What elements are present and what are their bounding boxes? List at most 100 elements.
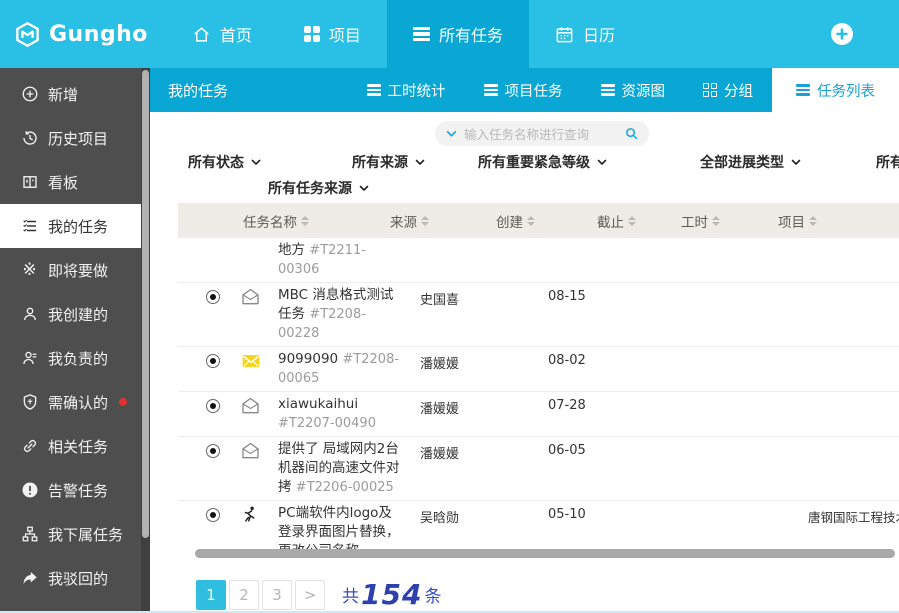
sidebar-item-created-by-me[interactable]: 我创建的 xyxy=(0,292,150,336)
list-icon xyxy=(601,82,615,98)
page-button-1[interactable]: 1 xyxy=(196,580,226,610)
tab-hours-stats[interactable]: 工时统计 xyxy=(348,68,465,112)
filter-priority[interactable]: 所有重要紧急等级 xyxy=(478,152,608,172)
grid-outline-icon xyxy=(703,83,717,97)
column-header-hours[interactable]: 工时 xyxy=(681,211,720,231)
filter-task-source[interactable]: 所有任务来源 xyxy=(268,178,370,198)
sidebar-item-kanban[interactable]: 看板 xyxy=(0,160,150,204)
plus-circle-icon xyxy=(20,85,39,104)
tab-label: 工时统计 xyxy=(388,80,446,101)
radio-button[interactable] xyxy=(206,508,220,522)
column-header-due[interactable]: 截止 xyxy=(597,211,636,231)
tab-project-tasks[interactable]: 项目任务 xyxy=(465,68,582,112)
sidebar-scrollbar[interactable] xyxy=(141,68,150,613)
total-count: 共 154 条 xyxy=(342,578,441,611)
sidebar-label: 相关任务 xyxy=(48,436,108,457)
radio-button[interactable] xyxy=(206,444,220,458)
task-source: 潘媛媛 xyxy=(420,353,459,372)
task-id: #T2206-00025 xyxy=(296,480,394,495)
nav-item-projects[interactable]: 项目 xyxy=(278,0,387,68)
filter-status[interactable]: 所有状态 xyxy=(188,152,262,172)
person-check-icon xyxy=(20,349,39,368)
alert-icon xyxy=(20,481,39,500)
tab-label: 分组 xyxy=(724,80,753,101)
task-list-icon xyxy=(20,217,39,236)
column-header-source[interactable]: 来源 xyxy=(390,211,429,231)
sidebar-label: 我驳回的 xyxy=(48,568,108,589)
column-header-project[interactable]: 项目 xyxy=(778,211,817,231)
filter-progress-type[interactable]: 全部进展类型 xyxy=(700,152,802,172)
sort-icon[interactable] xyxy=(712,216,720,226)
table-row[interactable]: MBC 消息格式测试任务 #T2208-00228 史国喜 08-15 xyxy=(178,283,899,347)
sidebar-item-alert-tasks[interactable]: 告警任务 xyxy=(0,468,150,512)
sort-icon[interactable] xyxy=(628,216,636,226)
sidebar-item-owned-by-me[interactable]: 我负责的 xyxy=(0,336,150,380)
tab-label: 任务列表 xyxy=(817,80,875,101)
nav-item-calendar[interactable]: 日历 xyxy=(529,0,641,68)
sidebar-item-upcoming[interactable]: ※ 即将要做 xyxy=(0,248,150,292)
nav-label: 日历 xyxy=(583,22,615,46)
page-button-3[interactable]: 3 xyxy=(262,580,292,610)
column-header-name[interactable]: 任务名称 xyxy=(243,211,309,231)
sidebar-label: 我创建的 xyxy=(48,304,108,325)
sidebar-item-new[interactable]: 新增 xyxy=(0,72,150,116)
sort-icon[interactable] xyxy=(301,216,309,226)
task-source: 潘媛媛 xyxy=(420,443,459,462)
nav-item-all-tasks[interactable]: 所有任务 xyxy=(387,0,529,68)
filter-label: 所有 xyxy=(876,152,899,172)
filter-clipped[interactable]: 所有 xyxy=(876,152,899,172)
tab-task-list[interactable]: 任务列表 xyxy=(772,68,899,112)
sidebar-item-subordinate-tasks[interactable]: 我下属任务 xyxy=(0,512,150,556)
task-title[interactable]: 9099090 xyxy=(278,351,338,367)
calendar-icon xyxy=(555,25,574,44)
sidebar-label: 我下属任务 xyxy=(48,524,123,545)
radio-button[interactable] xyxy=(206,399,220,413)
task-title[interactable]: xiawukaihui xyxy=(278,396,358,412)
filter-label: 所有来源 xyxy=(352,152,408,172)
view-tabs: 工时统计 项目任务 资源图 分组 任务列表 xyxy=(348,68,899,112)
sidebar: 新增 历史项目 看板 我的任务 ※ 即将要做 我创建的 我负责的 需确认的 xyxy=(0,68,150,613)
tab-grouping[interactable]: 分组 xyxy=(684,68,772,112)
next-page-button[interactable]: > xyxy=(295,580,325,610)
sidebar-scrollbar-thumb[interactable] xyxy=(142,70,149,538)
tab-resource-map[interactable]: 资源图 xyxy=(582,68,685,112)
task-table: 任务名称 来源 创建 截止 工时 项目 地方 #T2211-00306 MBC … xyxy=(178,203,899,558)
sidebar-label: 新增 xyxy=(48,84,78,105)
add-button[interactable] xyxy=(830,22,854,46)
sort-icon[interactable] xyxy=(527,216,535,226)
sidebar-label: 我负责的 xyxy=(48,348,108,369)
column-header-created[interactable]: 创建 xyxy=(496,211,535,231)
horizontal-scrollbar[interactable] xyxy=(195,549,895,558)
gungho-logo-icon xyxy=(14,21,41,48)
sort-icon[interactable] xyxy=(809,216,817,226)
brand-logo[interactable]: Gungho xyxy=(0,0,166,68)
sort-icon[interactable] xyxy=(421,216,429,226)
sidebar-item-related-tasks[interactable]: 相关任务 xyxy=(0,424,150,468)
table-row[interactable]: 9099090 #T2208-00065 潘媛媛 08-02 xyxy=(178,347,899,392)
page-button-2[interactable]: 2 xyxy=(229,580,259,610)
table-row[interactable]: 地方 #T2211-00306 xyxy=(178,238,899,283)
main-content: 输入任务名称进行查询 所有状态 所有来源 所有重要紧急等级 全部进展类型 所有 xyxy=(150,112,899,613)
nav-item-home[interactable]: 首页 xyxy=(166,0,278,68)
sidebar-item-needs-confirmation[interactable]: 需确认的 xyxy=(0,380,150,424)
sidebar-item-my-tasks[interactable]: 我的任务 xyxy=(0,204,150,248)
app-window: Gungho 首页 项目 所有任务 日历 xyxy=(0,0,899,613)
chevron-down-icon xyxy=(790,156,802,168)
filter-label: 所有重要紧急等级 xyxy=(478,152,590,172)
sidebar-item-rejected-by-me[interactable]: 我驳回的 xyxy=(0,556,150,600)
tab-label: 资源图 xyxy=(622,80,666,101)
radio-button[interactable] xyxy=(206,290,220,304)
radio-button[interactable] xyxy=(206,354,220,368)
table-row[interactable]: 提供了 局域网内2台机器间的高速文件对拷 #T2206-00025 潘媛媛 06… xyxy=(178,437,899,501)
envelope-yellow-icon xyxy=(240,351,262,371)
total-suffix: 条 xyxy=(424,582,441,607)
page-title: 我的任务 xyxy=(150,68,228,112)
task-title[interactable]: 地方 xyxy=(278,242,305,258)
notification-dot xyxy=(119,398,127,406)
filter-source[interactable]: 所有来源 xyxy=(352,152,426,172)
envelope-open-icon xyxy=(240,287,262,307)
table-row[interactable]: xiawukaihui #T2207-00490 潘媛媛 07-28 xyxy=(178,392,899,437)
sidebar-label: 看板 xyxy=(48,172,78,193)
task-source: 史国喜 xyxy=(420,289,459,308)
sidebar-item-history-projects[interactable]: 历史项目 xyxy=(0,116,150,160)
